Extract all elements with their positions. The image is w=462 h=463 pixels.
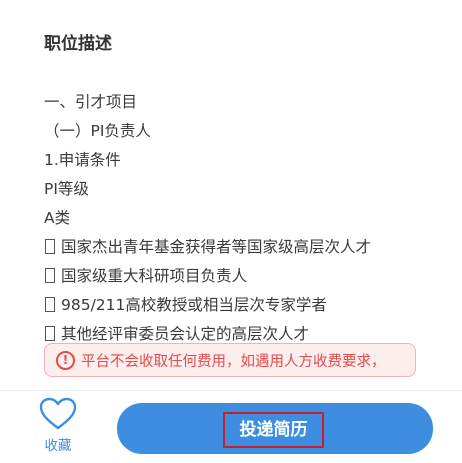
exclamation-icon: ! — [56, 350, 75, 370]
favorite-label: 收藏 — [44, 438, 72, 454]
job-detail-content: 职位描述 一、引才项目 （一）PI负责人 1.申请条件 PI等级 A类国家杰出青年基金获… — [0, 0, 462, 390]
description-line-text: 其他经评审委员会认定的高层次人才 — [61, 325, 310, 343]
description-line-text: （一）PI负责人 — [44, 122, 151, 140]
description-line: 一、引才项目 — [44, 88, 444, 117]
heart-icon — [39, 397, 77, 430]
description-line: 1.申请条件 — [44, 146, 444, 175]
fee-warning-text: 平台不会收取任何费用，如遇用人方收费要求， — [81, 353, 386, 370]
description-line: （一）PI负责人 — [44, 117, 444, 146]
description-line: 国家杰出青年基金获得者等国家级高层次人才 — [44, 233, 444, 262]
description-line: 985/211高校教授或相当层次专家学者 — [44, 291, 444, 320]
bullet-box-icon — [45, 326, 55, 341]
description-line-text: A类 — [44, 209, 71, 227]
job-description-list: 一、引才项目 （一）PI负责人 1.申请条件 PI等级 A类国家杰出青年基金获得者等国家… — [44, 88, 444, 378]
submit-resume-button[interactable]: 投递简历 — [117, 403, 433, 454]
description-line-text: 国家杰出青年基金获得者等国家级高层次人才 — [61, 238, 372, 256]
description-line-text: 1.申请条件 — [44, 151, 121, 169]
description-line: PI等级 — [44, 175, 444, 204]
bullet-box-icon — [45, 239, 55, 254]
description-line-text: 985/211高校教授或相当层次专家学者 — [61, 296, 327, 314]
description-line: A类 — [44, 204, 444, 233]
bullet-box-icon — [45, 297, 55, 312]
bottom-action-bar: 收藏 投递简历 — [0, 390, 462, 463]
fee-warning-banner: ! 平台不会收取任何费用，如遇用人方收费要求， — [44, 343, 416, 377]
section-title: 职位描述 — [44, 34, 112, 54]
description-line-text: 一、引才项目 — [44, 93, 138, 111]
bullet-box-icon — [45, 268, 55, 283]
description-line: 国家级重大科研项目负责人 — [44, 262, 444, 291]
favorite-button[interactable]: 收藏 — [30, 397, 86, 461]
description-line-text: PI等级 — [44, 180, 89, 198]
submit-resume-label: 投递简历 — [223, 412, 324, 448]
description-line-text: 国家级重大科研项目负责人 — [61, 267, 248, 285]
